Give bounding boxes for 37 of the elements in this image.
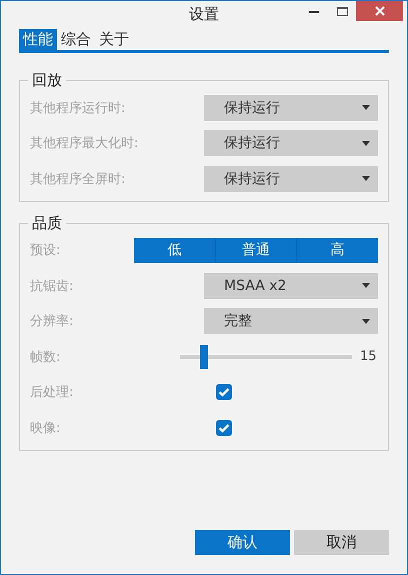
minimize-icon [309,10,319,12]
field-label: 其他程序最大化时: [30,135,140,152]
field-label: 抗锯齿: [30,278,74,295]
field-label: 帧数: [30,348,62,366]
dropdown[interactable]: 完整 [204,308,378,334]
confirm-button[interactable]: 确认 [195,530,290,555]
field-label: 后处理: [30,384,74,402]
tab[interactable]: 综合 [57,29,95,50]
caret-icon [362,140,370,146]
dropdown[interactable]: 保持运行 [204,94,378,121]
check-icon [218,387,230,398]
field-label: 其他程序全屏时: [30,170,126,188]
field-label: 预设: [30,242,62,260]
field-label: 分辨率: [30,313,74,330]
tab[interactable]: 关于 [95,29,133,50]
caret-icon [362,318,370,324]
caret-icon [362,176,370,182]
slider-thumb[interactable] [200,344,208,369]
cancel-button[interactable]: 取消 [294,530,389,555]
dropdown[interactable]: 保持运行 [204,166,378,192]
caret-icon [362,105,370,110]
group-title: 回放 [31,71,63,90]
dropdown[interactable]: 保持运行 [204,130,378,156]
close-icon [374,6,384,16]
field-label: 映像: [30,420,62,437]
tab[interactable]: 性能 [19,29,57,50]
caret-icon [362,283,370,288]
window-title: 设置 [189,5,219,24]
checkbox[interactable] [216,384,232,400]
dropdown[interactable]: MSAA x2 [204,272,378,299]
check-icon [218,422,230,433]
group-title: 品质 [31,214,63,232]
slider-value: 15 [360,349,377,364]
close-button[interactable] [356,1,403,21]
field-label: 其他程序运行时: [30,100,126,117]
maximize-icon [336,6,348,16]
checkbox[interactable] [216,420,232,436]
